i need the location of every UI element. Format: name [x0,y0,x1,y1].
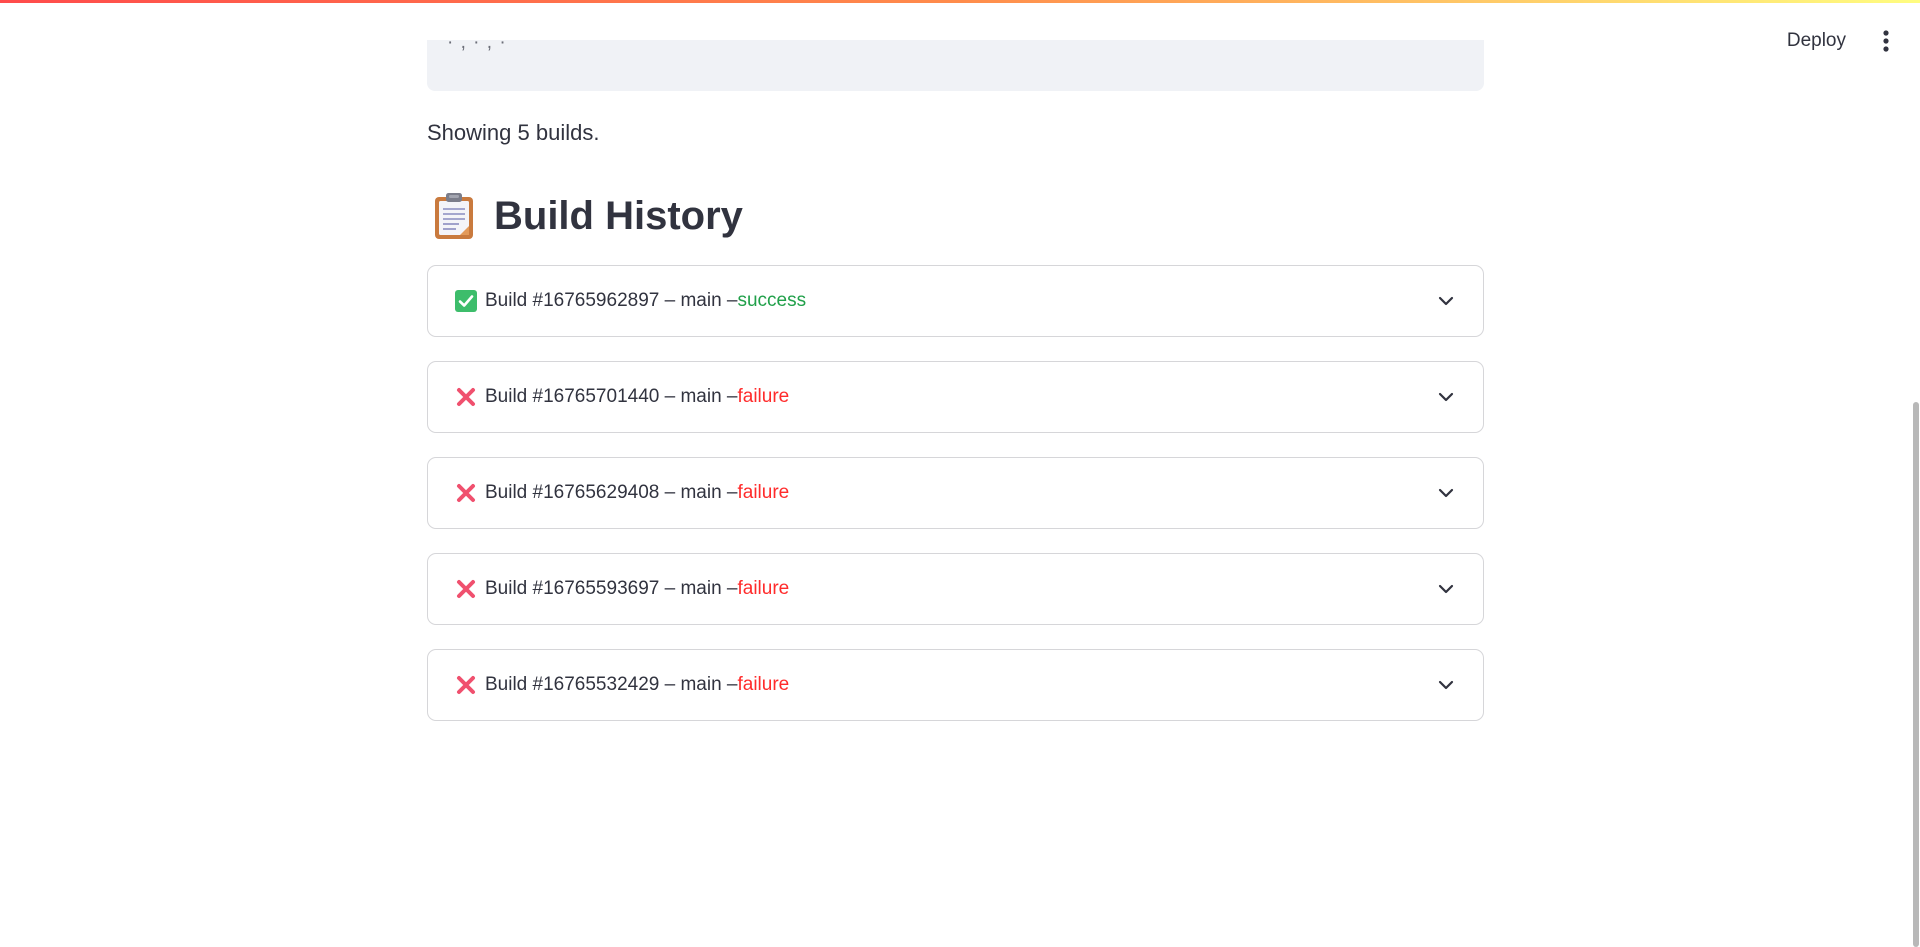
page-scrollbar[interactable] [1912,0,1920,947]
build-expander-3[interactable]: Build #16765629408 – main – failure [427,457,1484,529]
build-label: Build #16765593697 – main – [485,578,738,599]
chevron-down-icon[interactable] [1435,290,1457,312]
build-history-header: Build History [432,188,743,244]
build-label: Build #16765962897 – main – [485,290,738,311]
chevron-down-icon[interactable] [1435,482,1457,504]
previous-content-box: · , · , · [427,40,1484,91]
build-status: success [737,290,807,311]
build-expander-4[interactable]: Build #16765593697 – main – failure [427,553,1484,625]
chevron-down-icon[interactable] [1435,578,1457,600]
builds-count-text: Showing 5 builds. [427,120,600,145]
build-label: Build #16765701440 – main – [485,386,738,407]
chevron-down-icon[interactable] [1435,674,1457,696]
more-vertical-icon [1883,30,1889,52]
build-expander-1[interactable]: Build #16765962897 – main – success [427,265,1484,337]
build-status: failure [737,482,790,503]
cross-icon [457,388,475,406]
build-history-title: Build History [494,193,743,238]
cross-icon [457,580,475,598]
previous-content-fragment: · , · , · [447,40,507,53]
cross-icon [457,484,475,502]
build-status: failure [737,578,790,599]
main-menu-button[interactable] [1870,25,1902,57]
build-expander-5[interactable]: Build #16765532429 – main – failure [427,649,1484,721]
scrollbar-thumb[interactable] [1913,402,1919,947]
build-list: Build #16765962897 – main – success Buil… [427,265,1484,745]
clipboard-icon [435,193,473,239]
build-status: failure [737,386,790,407]
build-label: Build #16765629408 – main – [485,482,738,503]
chevron-down-icon[interactable] [1435,386,1457,408]
build-expander-2[interactable]: Build #16765701440 – main – failure [427,361,1484,433]
build-label: Build #16765532429 – main – [485,674,738,695]
build-status: failure [737,674,790,695]
deploy-button[interactable]: Deploy [1775,23,1858,59]
check-icon [455,290,477,312]
cross-icon [457,676,475,694]
